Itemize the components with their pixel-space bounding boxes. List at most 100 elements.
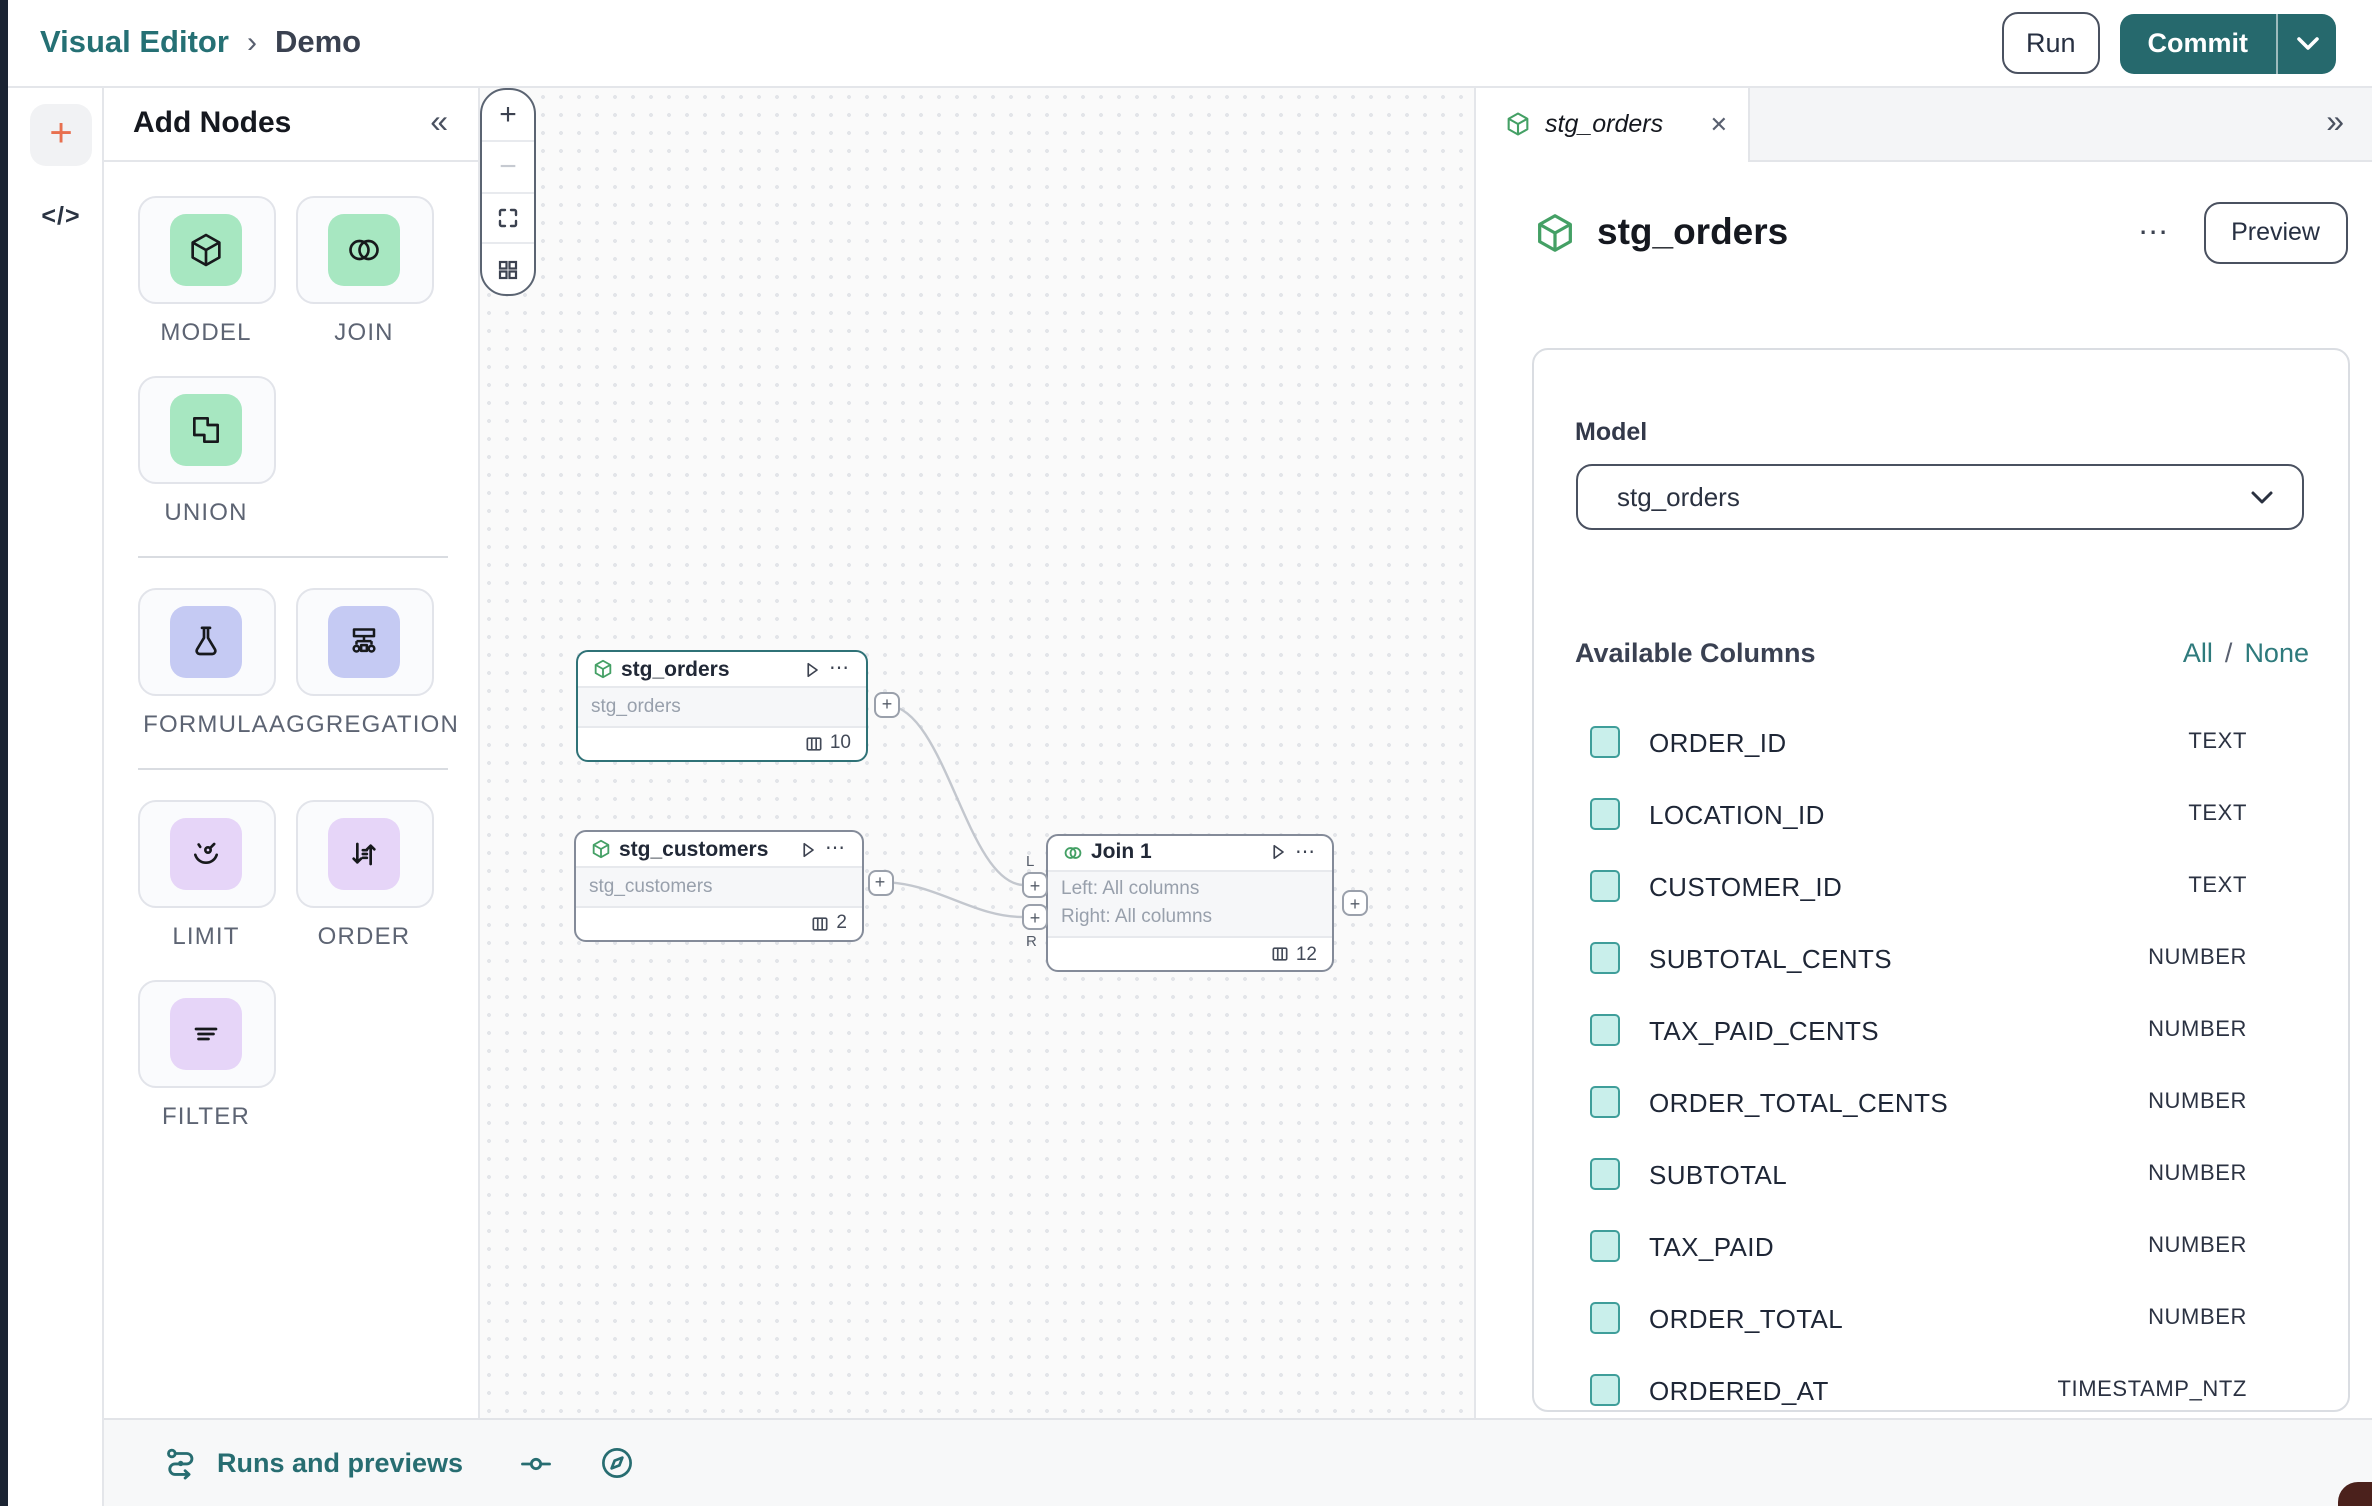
output-port-join-1[interactable]: + — [1342, 890, 1368, 916]
node-type-label: MODEL — [160, 317, 251, 345]
run-node-icon[interactable] — [801, 659, 821, 679]
column-row: ORDER_TOTAL NUMBER — [1533, 1282, 2347, 1354]
node-menu-icon[interactable]: ⋯ — [825, 838, 847, 860]
collapse-panel-icon[interactable]: « — [430, 106, 448, 142]
join-left-input-port[interactable]: + — [1022, 872, 1048, 898]
node-title: stg_orders — [621, 657, 730, 681]
model-field-label: Model — [1575, 418, 1647, 446]
chevron-down-icon — [2249, 489, 2273, 505]
node-type-join[interactable]: JOIN — [295, 195, 433, 345]
left-icon-rail — [8, 88, 103, 1506]
join-left-port-label: L — [1026, 852, 1034, 870]
columns-count-icon — [810, 914, 830, 934]
formula-flask-icon — [170, 605, 242, 677]
preview-button[interactable]: Preview — [2203, 202, 2348, 263]
column-checkbox[interactable] — [1589, 871, 1619, 902]
node-type-label: AGGREGATION — [269, 709, 459, 737]
commit-node-icon[interactable] — [517, 1445, 553, 1481]
column-checkbox[interactable] — [1589, 727, 1619, 758]
tab-stg-orders[interactable]: stg_orders ✕ — [1475, 88, 1750, 161]
runs-and-previews-button[interactable]: Runs and previews — [217, 1448, 463, 1478]
join-right-input-port[interactable]: + — [1022, 904, 1048, 930]
node-type-order[interactable]: ORDER — [295, 799, 433, 949]
breadcrumb-root-link[interactable]: Visual Editor — [40, 25, 229, 61]
tab-label: stg_orders — [1545, 111, 1663, 139]
output-port-stg-customers[interactable]: + — [867, 869, 893, 895]
columns-list: ORDER_ID TEXT LOCATION_ID TEXT CUSTOMER_… — [1533, 706, 2347, 1412]
node-config-panel: stg_orders ✕ » stg_orders ⋯ Preview Mode… — [1475, 88, 2372, 1418]
node-title: stg_customers — [619, 837, 768, 861]
limit-gauge-icon — [170, 817, 242, 889]
canvas-node-stg-customers[interactable]: stg_customers ⋯ stg_customers 2 — [573, 830, 863, 942]
node-type-model[interactable]: MODEL — [137, 195, 275, 345]
column-name: ORDER_TOTAL_CENTS — [1649, 1087, 1948, 1117]
model-config-card: Model stg_orders Available Columns All/N… — [1531, 348, 2349, 1412]
panel-divider — [137, 555, 447, 557]
column-type: NUMBER — [2148, 1234, 2247, 1258]
column-checkbox[interactable] — [1589, 1087, 1619, 1118]
breadcrumb-current: Demo — [275, 25, 361, 61]
column-type: TEXT — [2188, 730, 2247, 754]
column-row: SUBTOTAL NUMBER — [1533, 1138, 2347, 1210]
compass-icon[interactable] — [597, 1444, 635, 1482]
model-cube-icon — [1531, 210, 1577, 256]
model-cube-icon — [1503, 111, 1531, 139]
column-type: NUMBER — [2148, 1162, 2247, 1186]
node-column-count: 2 — [836, 913, 847, 935]
add-node-rail-button[interactable]: + — [30, 104, 92, 166]
column-checkbox[interactable] — [1589, 799, 1619, 830]
close-tab-icon[interactable]: ✕ — [1710, 112, 1728, 138]
run-button[interactable]: Run — [2002, 12, 2100, 74]
column-row: TAX_PAID NUMBER — [1533, 1210, 2347, 1282]
node-type-label: LIMIT — [172, 921, 239, 949]
add-nodes-title: Add Nodes — [133, 107, 291, 141]
canvas-node-join-1[interactable]: Join 1 ⋯ Left: All columns Right: All co… — [1045, 833, 1333, 972]
panel-menu-icon[interactable]: ⋯ — [2138, 215, 2171, 251]
node-type-limit[interactable]: LIMIT — [137, 799, 275, 949]
available-columns-row: Available Columns All/None — [1575, 638, 2309, 668]
column-name: ORDER_ID — [1649, 727, 1787, 757]
column-name: TAX_PAID — [1649, 1231, 1774, 1261]
run-node-icon[interactable] — [1267, 842, 1287, 862]
column-row: TAX_PAID_CENTS NUMBER — [1533, 994, 2347, 1066]
column-checkbox[interactable] — [1589, 1015, 1619, 1046]
column-checkbox[interactable] — [1589, 1303, 1619, 1334]
node-type-label: FILTER — [162, 1101, 250, 1129]
pipeline-canvas[interactable]: stg_orders ⋯ stg_orders 10 + — [480, 88, 1475, 1418]
node-type-formula[interactable]: FORMULA — [137, 587, 275, 737]
column-row: ORDER_TOTAL_CENTS NUMBER — [1533, 1066, 2347, 1138]
column-checkbox[interactable] — [1589, 1159, 1619, 1190]
column-checkbox[interactable] — [1589, 1375, 1619, 1406]
bottom-status-bar: Runs and previews — [103, 1418, 2372, 1506]
column-checkbox[interactable] — [1589, 1231, 1619, 1262]
column-name: CUSTOMER_ID — [1649, 871, 1842, 901]
join-left-config: Left: All columns — [1061, 876, 1317, 904]
commit-dropdown-button[interactable] — [2278, 13, 2336, 73]
commit-button[interactable]: Commit — [2120, 13, 2277, 73]
chevron-down-icon — [2295, 35, 2319, 51]
panel-title-row: stg_orders ⋯ Preview — [1531, 202, 2348, 263]
output-port-stg-orders[interactable]: + — [874, 691, 900, 717]
column-checkbox[interactable] — [1589, 943, 1619, 974]
node-type-aggregation[interactable]: AGGREGATION — [295, 587, 433, 737]
node-menu-icon[interactable]: ⋯ — [1295, 841, 1317, 863]
model-select[interactable]: stg_orders — [1575, 464, 2303, 530]
node-type-union[interactable]: UNION — [137, 375, 275, 525]
breadcrumb-separator-icon: › — [247, 26, 257, 60]
node-menu-icon[interactable]: ⋯ — [829, 658, 851, 680]
add-nodes-panel: Add Nodes « MODEL JOIN — [103, 88, 480, 1418]
model-select-value: stg_orders — [1617, 482, 1740, 512]
run-node-icon[interactable] — [797, 839, 817, 859]
column-row: CUSTOMER_ID TEXT — [1533, 850, 2347, 922]
select-all-link[interactable]: All — [2183, 638, 2213, 668]
model-cube-icon — [170, 213, 242, 285]
panel-title: stg_orders — [1597, 211, 1788, 255]
app-edge-strip — [0, 0, 8, 1506]
select-none-link[interactable]: None — [2244, 638, 2309, 668]
canvas-node-stg-orders[interactable]: stg_orders ⋯ stg_orders 10 — [575, 650, 867, 762]
node-type-filter[interactable]: FILTER — [137, 979, 275, 1129]
join-right-port-label: R — [1026, 932, 1037, 950]
code-view-button[interactable]: </> — [30, 198, 92, 234]
runs-route-icon — [161, 1444, 199, 1482]
expand-panel-icon[interactable]: » — [2326, 106, 2344, 142]
